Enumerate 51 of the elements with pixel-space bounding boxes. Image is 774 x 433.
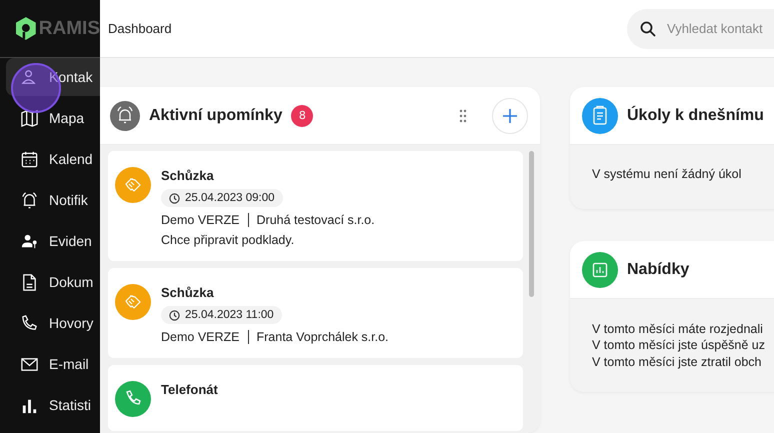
calendar-icon xyxy=(20,150,39,168)
clipboard-icon xyxy=(582,98,618,134)
map-icon xyxy=(20,108,39,128)
reminder-item[interactable]: Telefonát xyxy=(108,365,523,431)
add-button[interactable] xyxy=(492,98,528,134)
reminder-title: Schůzka xyxy=(161,168,214,183)
bar-chart-icon xyxy=(582,252,618,288)
sidebar-item[interactable]: Notifik xyxy=(6,181,100,219)
clock-icon xyxy=(169,310,180,320)
sidebar-item[interactable]: Hovory xyxy=(6,304,100,342)
reminder-item[interactable]: Schůzka 25.04.2023 11:00 Demo VERZE Franta Voprchálek s.r.o. xyxy=(108,268,523,358)
date-chip: 25.04.2023 11:00 xyxy=(161,306,282,324)
date-chip: 25.04.2023 09:00 xyxy=(161,189,283,207)
handshake-icon xyxy=(115,167,151,203)
reminder-item[interactable]: Schůzka 25.04.2023 09:00 Demo VERZE Druhá testovací s.r.o. Chce připravit podklady. xyxy=(108,151,523,261)
offer-summary: V tomto měsíci jste úspěšně uz xyxy=(592,337,766,354)
reminder-title: Telefonát xyxy=(161,382,218,397)
owner-name: Demo VERZE xyxy=(161,330,240,344)
phone-icon xyxy=(115,381,151,417)
sidebar-item[interactable]: Mapa xyxy=(6,99,100,137)
clock-icon xyxy=(169,192,180,204)
drag-handle-icon[interactable] xyxy=(459,108,467,122)
empty-message: V systému není žádný úkol xyxy=(592,167,742,181)
sidebar-item[interactable]: Eviden xyxy=(6,222,100,260)
breadcrumb: Dashboard xyxy=(108,21,172,36)
bell-icon xyxy=(20,190,39,210)
card-title: Aktivní upomínky xyxy=(149,106,282,124)
offer-summary: V tomto měsíci jste ztratil obch xyxy=(592,354,763,370)
company-name: Franta Voprchálek s.r.o. xyxy=(256,330,389,344)
search-field[interactable]: Vyhledat kontakt xyxy=(627,8,774,48)
search-icon xyxy=(640,20,656,36)
scrollbar-thumb[interactable] xyxy=(529,151,534,297)
logo-icon xyxy=(15,16,37,42)
offer-summary: V tomto měsíci máte rozjednali xyxy=(592,321,764,338)
phone-icon xyxy=(20,314,39,332)
sidebar-item[interactable]: Kalend xyxy=(6,140,100,178)
card-title: Úkoly k dnešnímu xyxy=(627,106,764,124)
card-title: Nabídky xyxy=(627,260,690,278)
sidebar-item[interactable]: E-mail xyxy=(6,345,100,383)
owner-name: Demo VERZE xyxy=(161,213,240,227)
plus-icon xyxy=(503,108,517,122)
company-name: Druhá testovací s.r.o. xyxy=(256,213,375,227)
logo-text: RAMIS xyxy=(38,18,100,40)
handshake-icon xyxy=(115,284,151,320)
reminder-note: Chce připravit podklady. xyxy=(161,233,294,247)
count-badge: 8 xyxy=(291,104,314,126)
sidebar-item[interactable]: Statisti xyxy=(6,386,100,424)
sidebar-item[interactable]: Dokum xyxy=(6,263,100,301)
bell-icon xyxy=(110,100,140,130)
document-icon xyxy=(20,272,39,292)
reminder-title: Schůzka xyxy=(161,285,214,300)
